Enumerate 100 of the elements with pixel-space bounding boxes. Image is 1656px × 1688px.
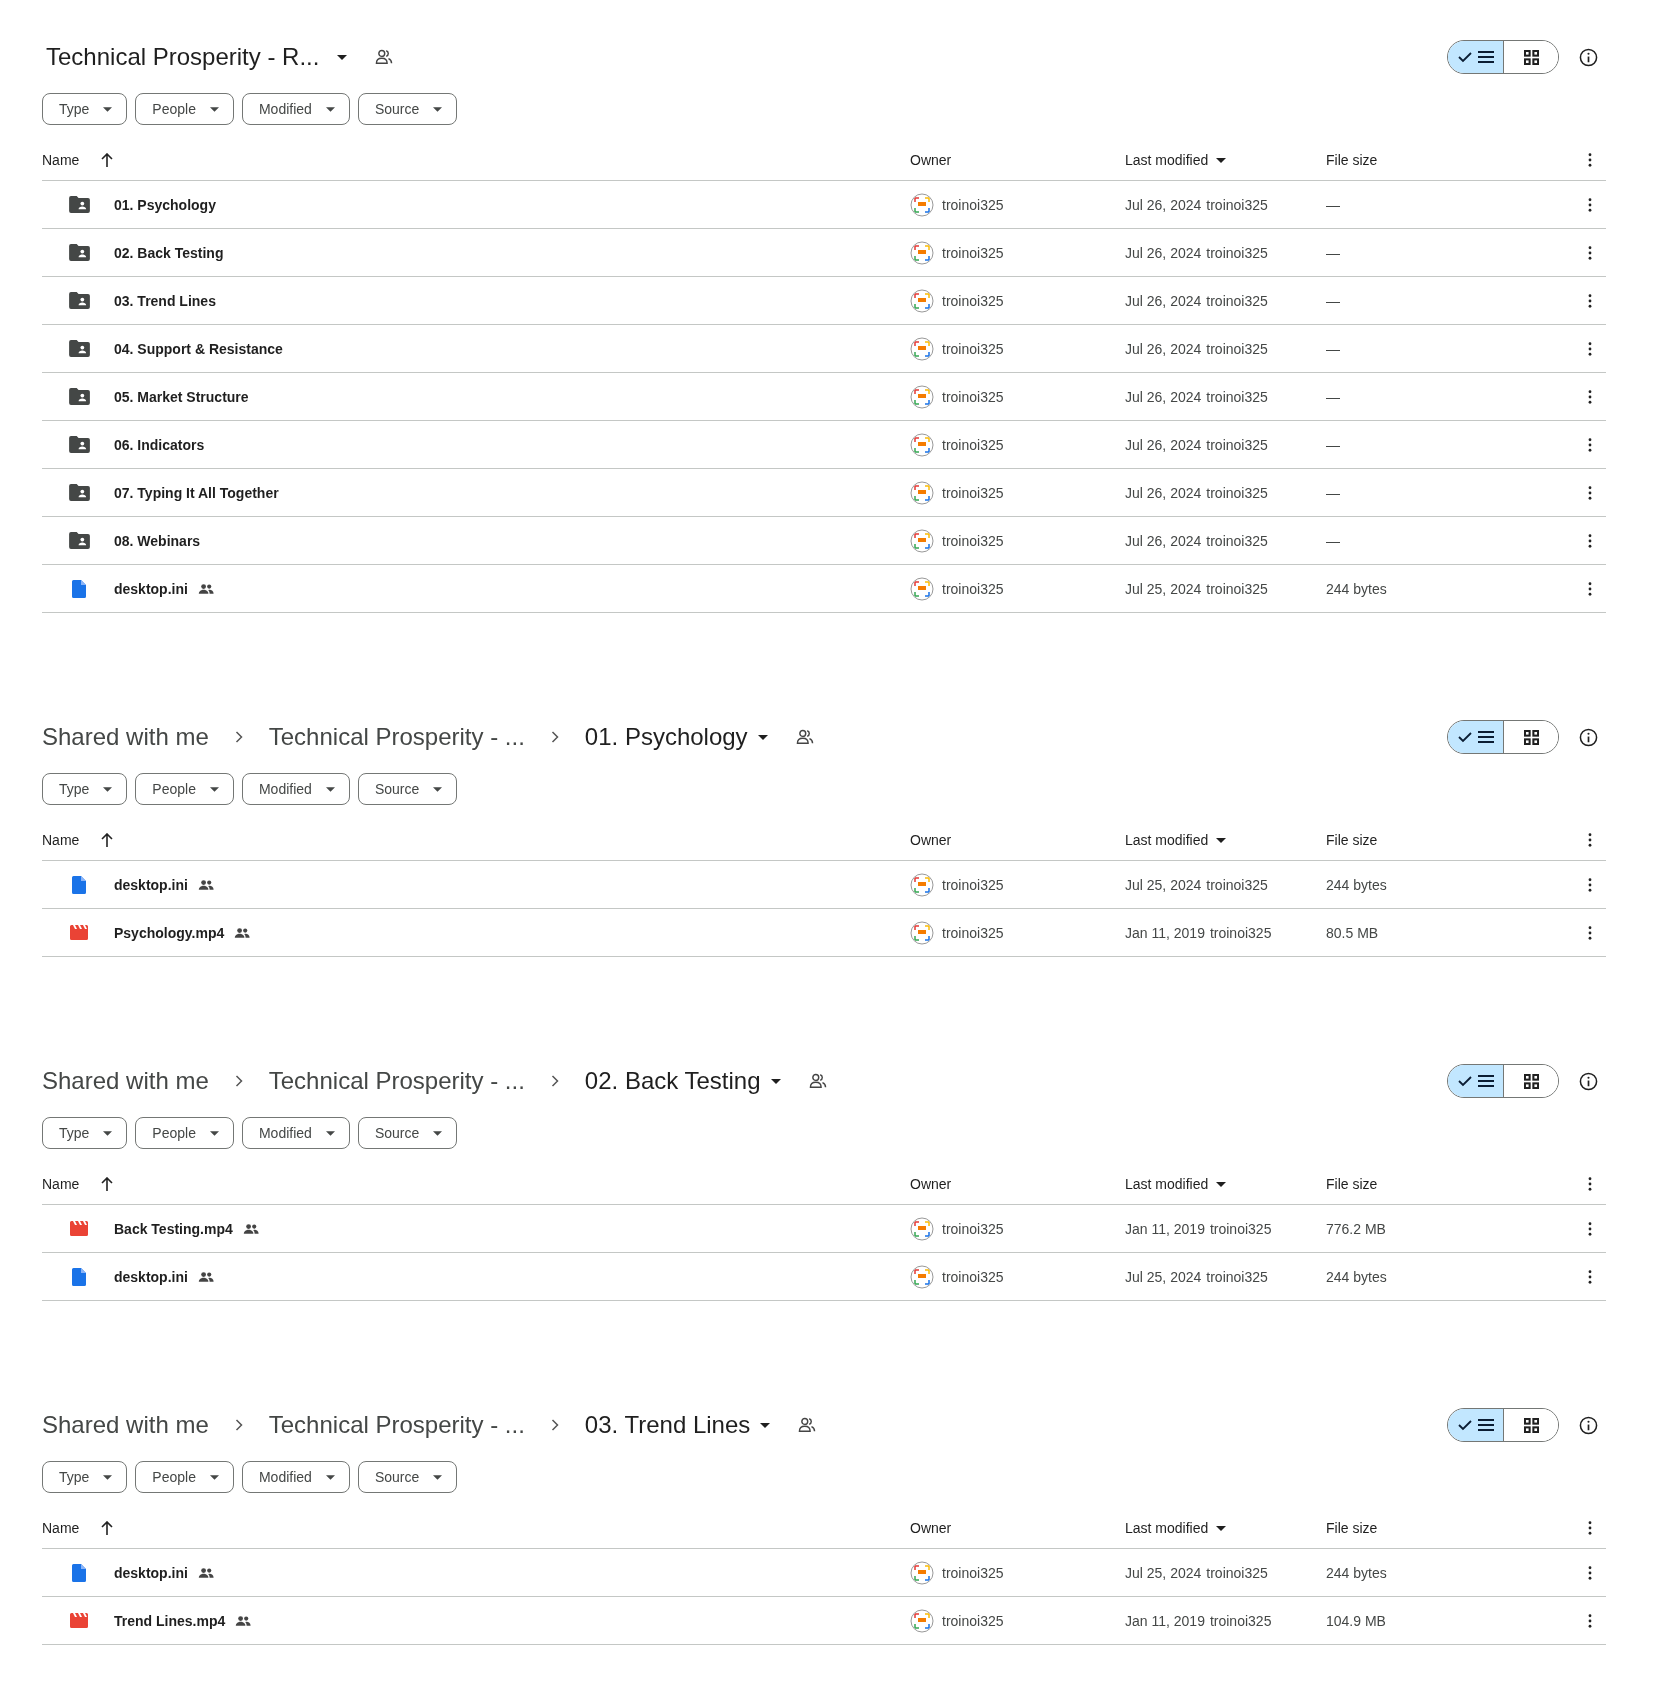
avatar-icon [910, 1608, 934, 1633]
column-header[interactable]: File size [1326, 152, 1378, 168]
more-vertical-icon [1588, 293, 1592, 308]
owner-name: troinoi325 [942, 1268, 1004, 1285]
grid-view-button[interactable] [1503, 41, 1558, 73]
caret-icon[interactable] [1216, 1525, 1227, 1531]
file-name[interactable]: desktop.ini [114, 580, 188, 597]
breadcrumb-link[interactable]: Shared with me [42, 1411, 209, 1439]
filter-chip[interactable]: Type [42, 93, 128, 125]
file-name[interactable]: 05. Market Structure [114, 388, 249, 405]
filter-chip[interactable]: People [135, 1117, 234, 1149]
column-header[interactable]: Owner [910, 832, 952, 848]
up-arrow-icon[interactable] [101, 1177, 114, 1191]
info-button[interactable] [1579, 1071, 1598, 1091]
info-button[interactable] [1579, 727, 1598, 747]
column-header[interactable]: File size [1326, 832, 1378, 848]
filter-chip[interactable]: People [135, 1461, 234, 1493]
file-name[interactable]: Trend Lines.mp4 [114, 1612, 226, 1629]
chevron-right-icon [234, 1419, 243, 1431]
column-header[interactable]: Owner [910, 1176, 952, 1192]
filter-chip[interactable]: Source [357, 93, 458, 125]
video-clip-icon [70, 1613, 88, 1628]
file-name[interactable]: 07. Typing It All Together [114, 484, 279, 501]
file-name[interactable]: 02. Back Testing [114, 244, 224, 261]
filter-chip[interactable]: Type [42, 1117, 128, 1149]
modified-by: troinoi325 [1206, 340, 1268, 357]
filter-chip[interactable]: Modified [241, 1117, 350, 1149]
filter-chip[interactable]: Modified [241, 773, 350, 805]
filter-chip[interactable]: People [135, 93, 234, 125]
more-vertical-icon [1588, 341, 1592, 356]
breadcrumb-link[interactable]: Technical Prosperity - ... [268, 1411, 525, 1439]
filter-chip[interactable]: Modified [241, 1461, 350, 1493]
caret-icon[interactable] [1216, 157, 1227, 163]
list-view-button[interactable] [1448, 1409, 1503, 1441]
grid-view-button[interactable] [1503, 721, 1558, 753]
modified-by: troinoi325 [1206, 436, 1268, 453]
column-header[interactable]: Name [42, 832, 80, 848]
caret-icon [209, 106, 219, 112]
folder-title-dropdown[interactable]: Technical Prosperity - R... [42, 43, 352, 71]
filter-chip[interactable]: People [135, 773, 234, 805]
column-header[interactable]: Name [42, 1520, 80, 1536]
filter-chip[interactable]: Type [42, 1461, 128, 1493]
caret-icon [433, 786, 443, 792]
column-header[interactable]: Name [42, 152, 80, 168]
more-vertical-icon [1588, 485, 1592, 500]
file-name[interactable]: desktop.ini [114, 1268, 188, 1285]
breadcrumb-link[interactable]: Shared with me [42, 1067, 209, 1095]
file-name[interactable]: 03. Trend Lines [114, 292, 216, 309]
modified-by: troinoi325 [1209, 924, 1272, 941]
filter-chip[interactable]: Source [357, 1461, 458, 1493]
checkmark-icon [1457, 51, 1472, 63]
file-name[interactable]: Back Testing.mp4 [114, 1220, 233, 1237]
up-arrow-icon[interactable] [101, 833, 114, 847]
file-name[interactable]: desktop.ini [114, 1564, 188, 1581]
filter-chip[interactable]: Source [357, 773, 458, 805]
column-header[interactable]: Last modified [1125, 1520, 1209, 1536]
more-vertical-icon [1588, 533, 1592, 548]
caret-icon[interactable] [1216, 837, 1227, 843]
filter-chip[interactable]: Modified [241, 93, 350, 125]
column-header[interactable]: Owner [910, 1520, 952, 1536]
column-header[interactable]: File size [1326, 1520, 1378, 1536]
filter-chip[interactable]: Source [357, 1117, 458, 1149]
document-icon [72, 875, 86, 894]
caret-icon[interactable] [1216, 1181, 1227, 1187]
info-button[interactable] [1579, 1415, 1598, 1435]
up-arrow-icon[interactable] [101, 153, 114, 167]
up-arrow-icon[interactable] [101, 1521, 114, 1535]
info-button[interactable] [1579, 47, 1598, 67]
modified-date: Jul 26, 2024 [1125, 340, 1202, 357]
file-name[interactable]: 01. Psychology [114, 196, 216, 213]
avatar-icon [910, 1216, 934, 1241]
column-header[interactable]: Last modified [1125, 1176, 1209, 1192]
file-name[interactable]: 06. Indicators [114, 436, 205, 453]
folder-title-dropdown[interactable]: 02. Back Testing [584, 1067, 785, 1095]
caret-icon [209, 1474, 219, 1480]
column-header[interactable]: Last modified [1125, 152, 1209, 168]
modified-date: Jan 11, 2019 [1125, 1220, 1205, 1237]
file-name[interactable]: desktop.ini [114, 876, 188, 893]
list-view-button[interactable] [1448, 1065, 1503, 1097]
breadcrumb-link[interactable]: Technical Prosperity - ... [268, 1067, 525, 1095]
file-name[interactable]: 08. Webinars [114, 532, 201, 549]
breadcrumb-link[interactable]: Technical Prosperity - ... [268, 723, 525, 751]
list-view-button[interactable] [1448, 721, 1503, 753]
filter-chip[interactable]: Type [42, 773, 128, 805]
chevron-right-icon [234, 1075, 243, 1087]
column-header[interactable]: File size [1326, 1176, 1378, 1192]
folder-title-dropdown[interactable]: 01. Psychology [584, 723, 772, 751]
document-icon [72, 1563, 86, 1582]
more-vertical-icon [1588, 833, 1592, 847]
column-header[interactable]: Owner [910, 152, 952, 168]
folder-title-dropdown[interactable]: 03. Trend Lines [584, 1411, 775, 1439]
grid-view-button[interactable] [1503, 1065, 1558, 1097]
column-header[interactable]: Name [42, 1176, 80, 1192]
grid-view-button[interactable] [1503, 1409, 1558, 1441]
list-view-button[interactable] [1448, 41, 1503, 73]
file-name[interactable]: 04. Support & Resistance [114, 340, 283, 357]
column-header[interactable]: Last modified [1125, 832, 1209, 848]
file-name[interactable]: Psychology.mp4 [114, 924, 225, 941]
breadcrumb-link[interactable]: Shared with me [42, 723, 209, 751]
avatar-icon [910, 480, 934, 505]
